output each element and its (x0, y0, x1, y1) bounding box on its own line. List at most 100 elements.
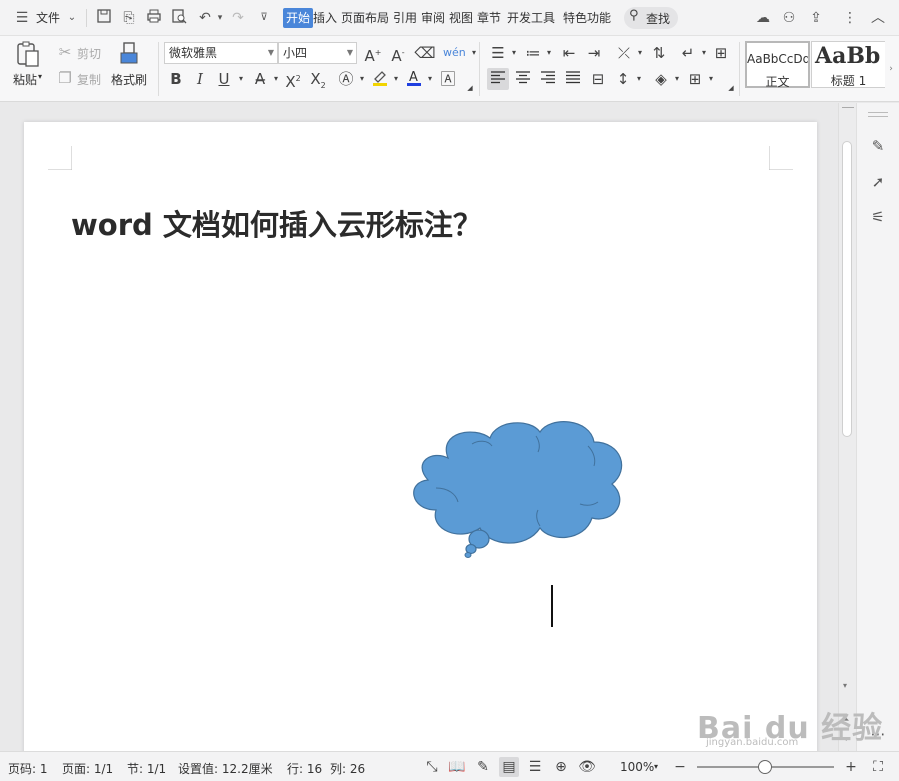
outline-view-icon[interactable]: ☰ (525, 757, 545, 777)
tab-start[interactable]: 开始 (283, 8, 314, 28)
sort-icon[interactable]: ⇅ (648, 42, 670, 64)
section-status[interactable]: 节: 1/1 (127, 760, 166, 777)
superscript-icon[interactable]: X2 (282, 68, 304, 91)
tab-view[interactable]: 视图 (449, 8, 473, 28)
format-painter-label[interactable]: 格式刷 (111, 71, 147, 88)
tab-references[interactable]: 引用 (393, 8, 417, 28)
save-icon[interactable] (94, 8, 114, 28)
search-label: 查找 (646, 12, 671, 26)
phonetic-dropdown-icon[interactable]: ▾ (463, 42, 485, 64)
zoom-out-icon[interactable]: − (670, 757, 690, 777)
paste-label[interactable]: 粘贴 (13, 71, 37, 88)
hamburger-menu-icon[interactable]: ☰ (12, 8, 32, 28)
styles-scroll-right-icon[interactable]: › (884, 58, 898, 80)
borders-dropdown-icon[interactable]: ▾ (700, 68, 722, 90)
scrollbar-thumb[interactable] (842, 141, 852, 437)
line-spacing-dropdown-icon[interactable]: ▾ (628, 68, 650, 90)
align-center-icon[interactable] (512, 68, 534, 90)
select-cursor-icon[interactable]: ➚ (867, 171, 889, 193)
print-preview-icon[interactable] (169, 8, 189, 28)
tab-chapter[interactable]: 章节 (477, 8, 501, 28)
font-dialog-launcher-icon[interactable]: ◢ (466, 84, 474, 92)
document-heading[interactable]: word 文档如何插入云形标注？ (71, 202, 482, 244)
share-icon[interactable]: ⇪ (806, 8, 826, 28)
page-number-status[interactable]: 页码: 1 (8, 760, 48, 777)
fullscreen-icon[interactable]: ⤡ (422, 757, 442, 777)
style-heading-1[interactable]: AaBb 标题 1 (811, 41, 885, 88)
decrease-indent-icon[interactable]: ⇤ (558, 42, 580, 64)
divider (86, 9, 87, 27)
reading-mode-icon[interactable]: 📖 (447, 757, 467, 777)
divider (479, 42, 480, 96)
clear-format-icon[interactable]: ⌫ (414, 42, 436, 64)
paste-dropdown-icon[interactable]: ▾ (38, 72, 42, 81)
tab-developer[interactable]: 开发工具 (507, 8, 555, 28)
bold-icon[interactable]: B (165, 68, 187, 90)
justify-icon[interactable] (562, 68, 584, 90)
print-icon[interactable] (144, 8, 164, 28)
paragraph-dialog-launcher-icon[interactable]: ◢ (727, 84, 735, 92)
undo-dropdown-icon[interactable]: ▾ (210, 8, 230, 28)
row-status[interactable]: 行: 16 (287, 760, 322, 777)
numbered-dropdown-icon[interactable]: ▾ (538, 42, 560, 64)
scroll-down-icon[interactable]: ▾ (843, 681, 847, 690)
align-left-icon[interactable] (487, 68, 509, 90)
column-status[interactable]: 列: 26 (330, 760, 365, 777)
page-count-status[interactable]: 页面: 1/1 (62, 760, 113, 777)
vertical-scrollbar[interactable]: ▾ ⏶ ⏷ (838, 103, 856, 751)
style-name: 正文 (765, 75, 790, 89)
pen-edit-icon[interactable]: ✎ (867, 135, 889, 157)
style-normal[interactable]: AaBbCcDd 正文 (745, 41, 810, 89)
redo-icon[interactable]: ↷ (228, 8, 248, 28)
shrink-font-icon[interactable]: A- (387, 42, 409, 65)
write-mode-icon[interactable]: ✎ (473, 757, 493, 777)
character-border-icon[interactable]: 🄰 (437, 68, 459, 90)
ruler-icon[interactable]: ⊞ (710, 42, 732, 64)
more-options-icon[interactable]: ⋮ (840, 8, 860, 28)
zoom-slider-handle[interactable] (758, 760, 772, 774)
phonetic-guide-icon[interactable]: wén (443, 42, 466, 64)
zoom-level[interactable]: 100% (620, 760, 654, 774)
margin-corner-mark (769, 146, 793, 170)
distributed-align-icon[interactable]: ⊟ (587, 68, 609, 90)
adjust-sliders-icon[interactable]: ⚟ (867, 206, 889, 228)
cloud-bubble-small (464, 552, 472, 558)
cloud-sync-icon[interactable]: ☁ (753, 8, 773, 28)
tab-review[interactable]: 审阅 (421, 8, 445, 28)
quick-access-dropdown-icon[interactable]: ⊽ (254, 8, 274, 28)
tab-insert[interactable]: 插入 (313, 8, 337, 28)
fit-page-icon[interactable]: ⛶ (868, 757, 888, 777)
font-size-select[interactable]: 小四 ▼ (278, 42, 357, 64)
format-painter-button[interactable] (117, 40, 141, 70)
italic-icon[interactable]: I (189, 68, 211, 90)
grow-font-icon[interactable]: A+ (362, 42, 384, 65)
user-share-icon[interactable]: ⚇ (779, 8, 799, 28)
chevron-down-icon[interactable]: ⌄ (62, 8, 82, 28)
web-view-icon[interactable]: ⊕ (551, 757, 571, 777)
tab-page-layout[interactable]: 页面布局 (341, 8, 389, 28)
copy-label[interactable]: 复制 (77, 71, 101, 88)
search-icon: ⚲ (629, 8, 639, 23)
page-view-icon[interactable]: ▤ (499, 757, 519, 777)
cloud-body (413, 421, 623, 544)
font-size-value: 小四 (283, 46, 308, 60)
eye-protection-icon[interactable]: 👁 (577, 757, 597, 777)
copy-icon[interactable]: ❐ (54, 67, 76, 89)
document-page[interactable]: word 文档如何插入云形标注？ (24, 122, 817, 762)
subscript-icon[interactable]: X2 (307, 68, 329, 90)
collapse-ribbon-icon[interactable]: ︿ (868, 8, 888, 28)
file-menu[interactable]: 文件 (36, 8, 60, 28)
export-pdf-icon[interactable]: ⎘ (119, 8, 139, 28)
setting-value-status[interactable]: 设置值: 12.2厘米 (178, 760, 273, 777)
cut-label[interactable]: 剪切 (77, 45, 101, 62)
increase-indent-icon[interactable]: ⇥ (583, 42, 605, 64)
zoom-in-icon[interactable]: + (841, 757, 861, 777)
cut-icon[interactable]: ✂ (54, 41, 76, 63)
paste-button[interactable] (14, 40, 42, 70)
cloud-callout-shape[interactable] (408, 418, 628, 558)
tab-special-features[interactable]: 特色功能 (563, 8, 611, 28)
zoom-dropdown-icon[interactable]: ▾ (654, 762, 658, 771)
search-button[interactable]: ⚲ 查找 (624, 7, 678, 29)
align-right-icon[interactable] (537, 68, 559, 90)
font-name-select[interactable]: 微软雅黑 ▼ (164, 42, 278, 64)
